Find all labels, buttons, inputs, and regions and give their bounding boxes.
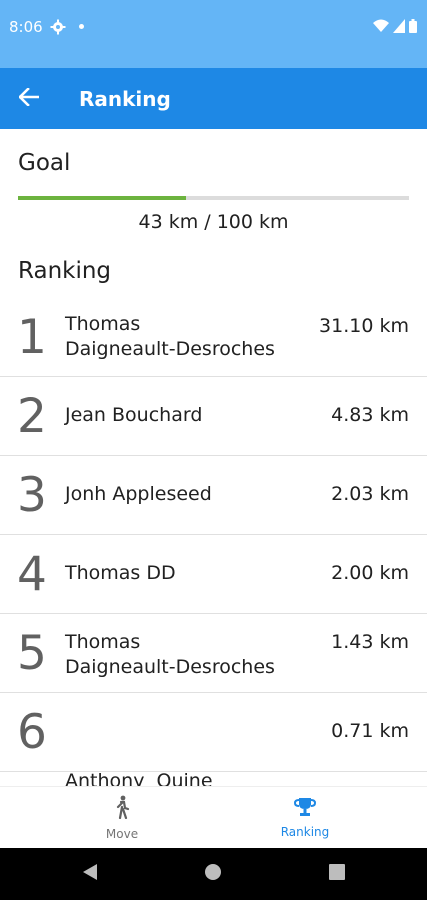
nav-label-move: Move <box>105 827 139 841</box>
ranking-row-1[interactable]: 1 Thomas Daigneault-Desroches 31.10 km <box>0 298 427 377</box>
participant-distance: 31.10 km <box>319 315 409 337</box>
system-home-button[interactable] <box>183 848 243 900</box>
bottom-navigation: Move Ranking <box>0 786 427 848</box>
signal-icon <box>393 19 405 38</box>
rank-number: 1 <box>17 310 47 365</box>
rank-number: 4 <box>17 547 47 602</box>
system-recents-button[interactable] <box>307 848 367 900</box>
participant-name-line2: Daigneault-Desroches <box>65 656 275 678</box>
participant-name-line1: Jean Bouchard <box>65 404 203 426</box>
status-bar: 8:06 <box>0 0 427 68</box>
participant-name: Jonh Appleseed <box>65 482 305 507</box>
gear-icon <box>50 19 66 40</box>
participant-distance: 0.71 km <box>331 720 409 742</box>
rank-number: 5 <box>17 626 47 681</box>
participant-distance: 2.03 km <box>331 483 409 505</box>
participant-name: Thomas DD <box>65 561 305 586</box>
goal-heading: Goal <box>18 150 71 176</box>
ranking-row-4[interactable]: 4 Thomas DD 2.00 km <box>0 535 427 614</box>
rank-number: 2 <box>17 389 47 444</box>
notification-dot-icon <box>79 24 84 29</box>
rank-number: 6 <box>17 705 47 760</box>
participant-name-line1: Thomas <box>65 631 141 653</box>
wifi-icon <box>373 19 389 38</box>
arrow-back-icon <box>18 86 40 111</box>
walking-person-icon <box>113 795 131 824</box>
status-icons <box>373 19 417 38</box>
battery-icon <box>409 19 417 38</box>
ranking-list: 1 Thomas Daigneault-Desroches 31.10 km 2… <box>0 298 427 792</box>
goal-progress-fill <box>18 196 187 200</box>
participant-distance: 4.83 km <box>331 404 409 426</box>
ranking-heading: Ranking <box>18 258 112 284</box>
system-navigation-bar <box>0 848 427 900</box>
page-title: Ranking <box>79 87 171 111</box>
app-bar: Ranking <box>0 68 427 129</box>
ranking-row-6[interactable]: 6 Anthony Quine 0.71 km <box>0 693 427 792</box>
circle-home-icon <box>204 863 222 886</box>
participant-name-line1: Thomas DD <box>65 562 176 584</box>
participant-name: Thomas Daigneault-Desroches <box>65 312 305 362</box>
goal-progress-text: 43 km / 100 km <box>138 211 289 233</box>
ranking-row-2[interactable]: 2 Jean Bouchard 4.83 km <box>0 377 427 456</box>
participant-distance: 1.43 km <box>331 631 409 653</box>
participant-name: Jean Bouchard <box>65 403 305 428</box>
goal-progress-bar <box>18 196 409 200</box>
participant-name: Thomas Daigneault-Desroches <box>65 630 305 680</box>
square-recents-icon <box>329 863 345 885</box>
back-button[interactable] <box>14 84 44 114</box>
trophy-icon <box>293 797 317 822</box>
participant-name-line1: Jonh Appleseed <box>65 483 212 505</box>
nav-label-ranking: Ranking <box>280 825 330 839</box>
system-back-button[interactable] <box>60 848 120 900</box>
participant-name-line2: Daigneault-Desroches <box>65 338 275 360</box>
rank-number: 3 <box>17 468 47 523</box>
status-time: 8:06 <box>9 18 43 36</box>
ranking-row-5[interactable]: 5 Thomas Daigneault-Desroches 1.43 km <box>0 614 427 693</box>
participant-name-line1: Thomas <box>65 313 141 335</box>
participant-distance: 2.00 km <box>331 562 409 584</box>
triangle-back-icon <box>82 863 98 886</box>
nav-tab-ranking[interactable]: Ranking <box>200 787 410 849</box>
ranking-row-3[interactable]: 3 Jonh Appleseed 2.03 km <box>0 456 427 535</box>
